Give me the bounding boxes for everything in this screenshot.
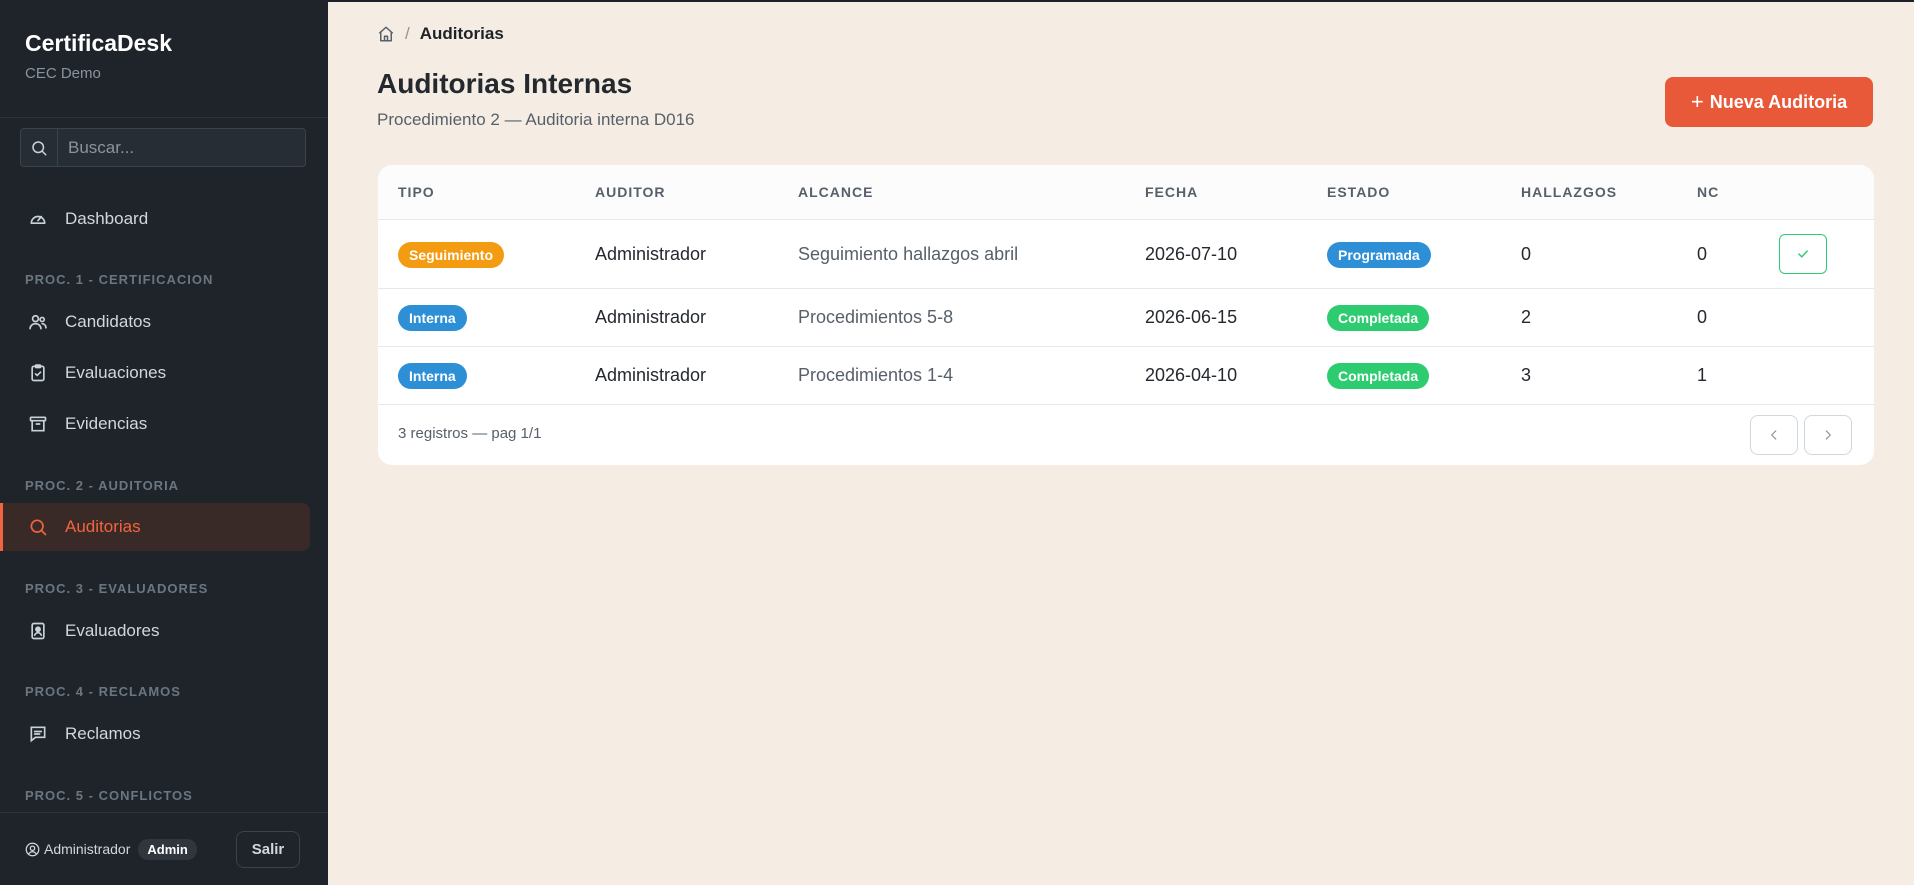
section-proc-2: PROC. 2 - AUDITORIA bbox=[25, 478, 180, 493]
sidebar-item-label: Dashboard bbox=[65, 209, 149, 228]
home-icon[interactable] bbox=[377, 25, 395, 43]
plus-icon: + bbox=[1690, 89, 1704, 114]
auditor-cell: Administrador bbox=[595, 307, 707, 327]
id-badge-icon bbox=[27, 620, 49, 642]
audits-table: TIPO AUDITOR ALCANCE FECHA ESTADO HALLAZ… bbox=[378, 165, 1874, 465]
complete-audit-button[interactable] bbox=[1779, 234, 1827, 274]
sidebar-divider bbox=[0, 117, 328, 118]
gauge-icon bbox=[27, 208, 49, 230]
sidebar-item-label: Evaluadores bbox=[65, 621, 160, 640]
table-header: TIPO AUDITOR ALCANCE FECHA ESTADO HALLAZ… bbox=[378, 165, 1874, 220]
hallazgos-cell: 0 bbox=[1521, 244, 1532, 264]
page-subtitle: Procedimiento 2 — Auditoria interna D016 bbox=[377, 110, 695, 129]
sidebar-item-evaluaciones[interactable]: Evaluaciones bbox=[0, 349, 310, 397]
archive-icon bbox=[27, 413, 49, 435]
sidebar-item-label: Evidencias bbox=[65, 414, 148, 433]
nc-cell: 0 bbox=[1697, 244, 1708, 264]
alcance-cell: Seguimiento hallazgos abril bbox=[798, 244, 1019, 264]
estado-badge: Programada bbox=[1327, 242, 1431, 268]
new-audit-button[interactable]: + Nueva Auditoria bbox=[1665, 77, 1873, 127]
prev-page-button[interactable] bbox=[1750, 415, 1798, 455]
nc-cell: 1 bbox=[1697, 365, 1708, 385]
search-icon bbox=[27, 516, 49, 538]
alcance-cell: Procedimientos 1-4 bbox=[798, 365, 954, 385]
brand-org: CEC Demo bbox=[25, 65, 101, 82]
table-row[interactable]: Interna Administrador Procedimientos 1-4… bbox=[378, 347, 1874, 405]
user-name: Administrador bbox=[44, 841, 131, 857]
hallazgos-cell: 3 bbox=[1521, 365, 1532, 385]
auditor-cell: Administrador bbox=[595, 365, 707, 385]
sidebar-item-evaluadores[interactable]: Evaluadores bbox=[0, 607, 310, 655]
section-proc-3: PROC. 3 - EVALUADORES bbox=[25, 581, 209, 596]
page-title: Auditorias Internas bbox=[377, 68, 633, 99]
sidebar-item-evidencias[interactable]: Evidencias bbox=[0, 400, 310, 448]
chevron-right-icon bbox=[1821, 428, 1835, 442]
sidebar-item-reclamos[interactable]: Reclamos bbox=[0, 710, 310, 758]
sidebar-item-label: Reclamos bbox=[65, 724, 141, 743]
logout-button[interactable]: Salir bbox=[236, 831, 300, 868]
sidebar-item-auditorias[interactable]: Auditorias bbox=[0, 503, 310, 551]
table-row[interactable]: Seguimiento Administrador Seguimiento ha… bbox=[378, 220, 1874, 289]
sidebar-item-label: Evaluaciones bbox=[65, 363, 167, 382]
alcance-cell: Procedimientos 5-8 bbox=[798, 307, 954, 327]
search-input[interactable] bbox=[58, 129, 305, 166]
clipboard-icon bbox=[27, 362, 49, 384]
search-icon bbox=[21, 129, 58, 166]
next-page-button[interactable] bbox=[1804, 415, 1852, 455]
message-icon bbox=[27, 723, 49, 745]
tipo-badge: Seguimiento bbox=[398, 242, 505, 268]
estado-badge: Completada bbox=[1327, 305, 1430, 331]
user-circle-icon bbox=[25, 842, 40, 857]
breadcrumb-current: Auditorias bbox=[419, 24, 504, 43]
tipo-badge: Interna bbox=[398, 363, 467, 389]
section-proc-5: PROC. 5 - CONFLICTOS bbox=[25, 788, 193, 803]
col-nc: NC bbox=[1697, 184, 1720, 200]
section-proc-1: PROC. 1 - CERTIFICACION bbox=[25, 272, 214, 287]
hallazgos-cell: 2 bbox=[1521, 307, 1532, 327]
tipo-badge: Interna bbox=[398, 305, 467, 331]
col-auditor: AUDITOR bbox=[595, 184, 666, 200]
col-tipo: TIPO bbox=[398, 184, 435, 200]
user-role-badge: Admin bbox=[138, 838, 197, 860]
users-icon bbox=[27, 311, 49, 333]
breadcrumb: / Auditorias bbox=[377, 24, 504, 44]
auditor-cell: Administrador bbox=[595, 244, 707, 264]
brand-title: CertificaDesk bbox=[25, 30, 173, 56]
fecha-cell: 2026-07-10 bbox=[1145, 244, 1238, 264]
sidebar-item-label: Auditorias bbox=[65, 517, 141, 536]
estado-badge: Completada bbox=[1327, 363, 1430, 389]
col-fecha: FECHA bbox=[1145, 184, 1199, 200]
sidebar: CertificaDesk CEC Demo Dashboard PROC. 1… bbox=[0, 0, 328, 885]
sidebar-item-label: Candidatos bbox=[65, 312, 152, 331]
current-user: Administrador Admin bbox=[25, 838, 197, 860]
sidebar-item-candidatos[interactable]: Candidatos bbox=[0, 298, 310, 346]
nc-cell: 0 bbox=[1697, 307, 1708, 327]
breadcrumb-separator: / bbox=[405, 24, 410, 43]
sidebar-search bbox=[20, 128, 306, 167]
sidebar-item-dashboard[interactable]: Dashboard bbox=[0, 195, 310, 243]
new-audit-label: Nueva Auditoria bbox=[1709, 91, 1848, 112]
col-alcance: ALCANCE bbox=[798, 184, 874, 200]
check-icon bbox=[1796, 247, 1810, 261]
chevron-left-icon bbox=[1767, 428, 1781, 442]
col-estado: ESTADO bbox=[1327, 184, 1391, 200]
pagination-info: 3 registros — pag 1/1 bbox=[398, 425, 542, 442]
sidebar-footer: Administrador Admin Salir bbox=[0, 812, 328, 885]
brand: CertificaDesk CEC Demo bbox=[25, 30, 172, 82]
fecha-cell: 2026-04-10 bbox=[1145, 365, 1238, 385]
col-hallazgos: HALLAZGOS bbox=[1521, 184, 1618, 200]
section-proc-4: PROC. 4 - RECLAMOS bbox=[25, 684, 181, 699]
table-row[interactable]: Interna Administrador Procedimientos 5-8… bbox=[378, 289, 1874, 347]
fecha-cell: 2026-06-15 bbox=[1145, 307, 1238, 327]
